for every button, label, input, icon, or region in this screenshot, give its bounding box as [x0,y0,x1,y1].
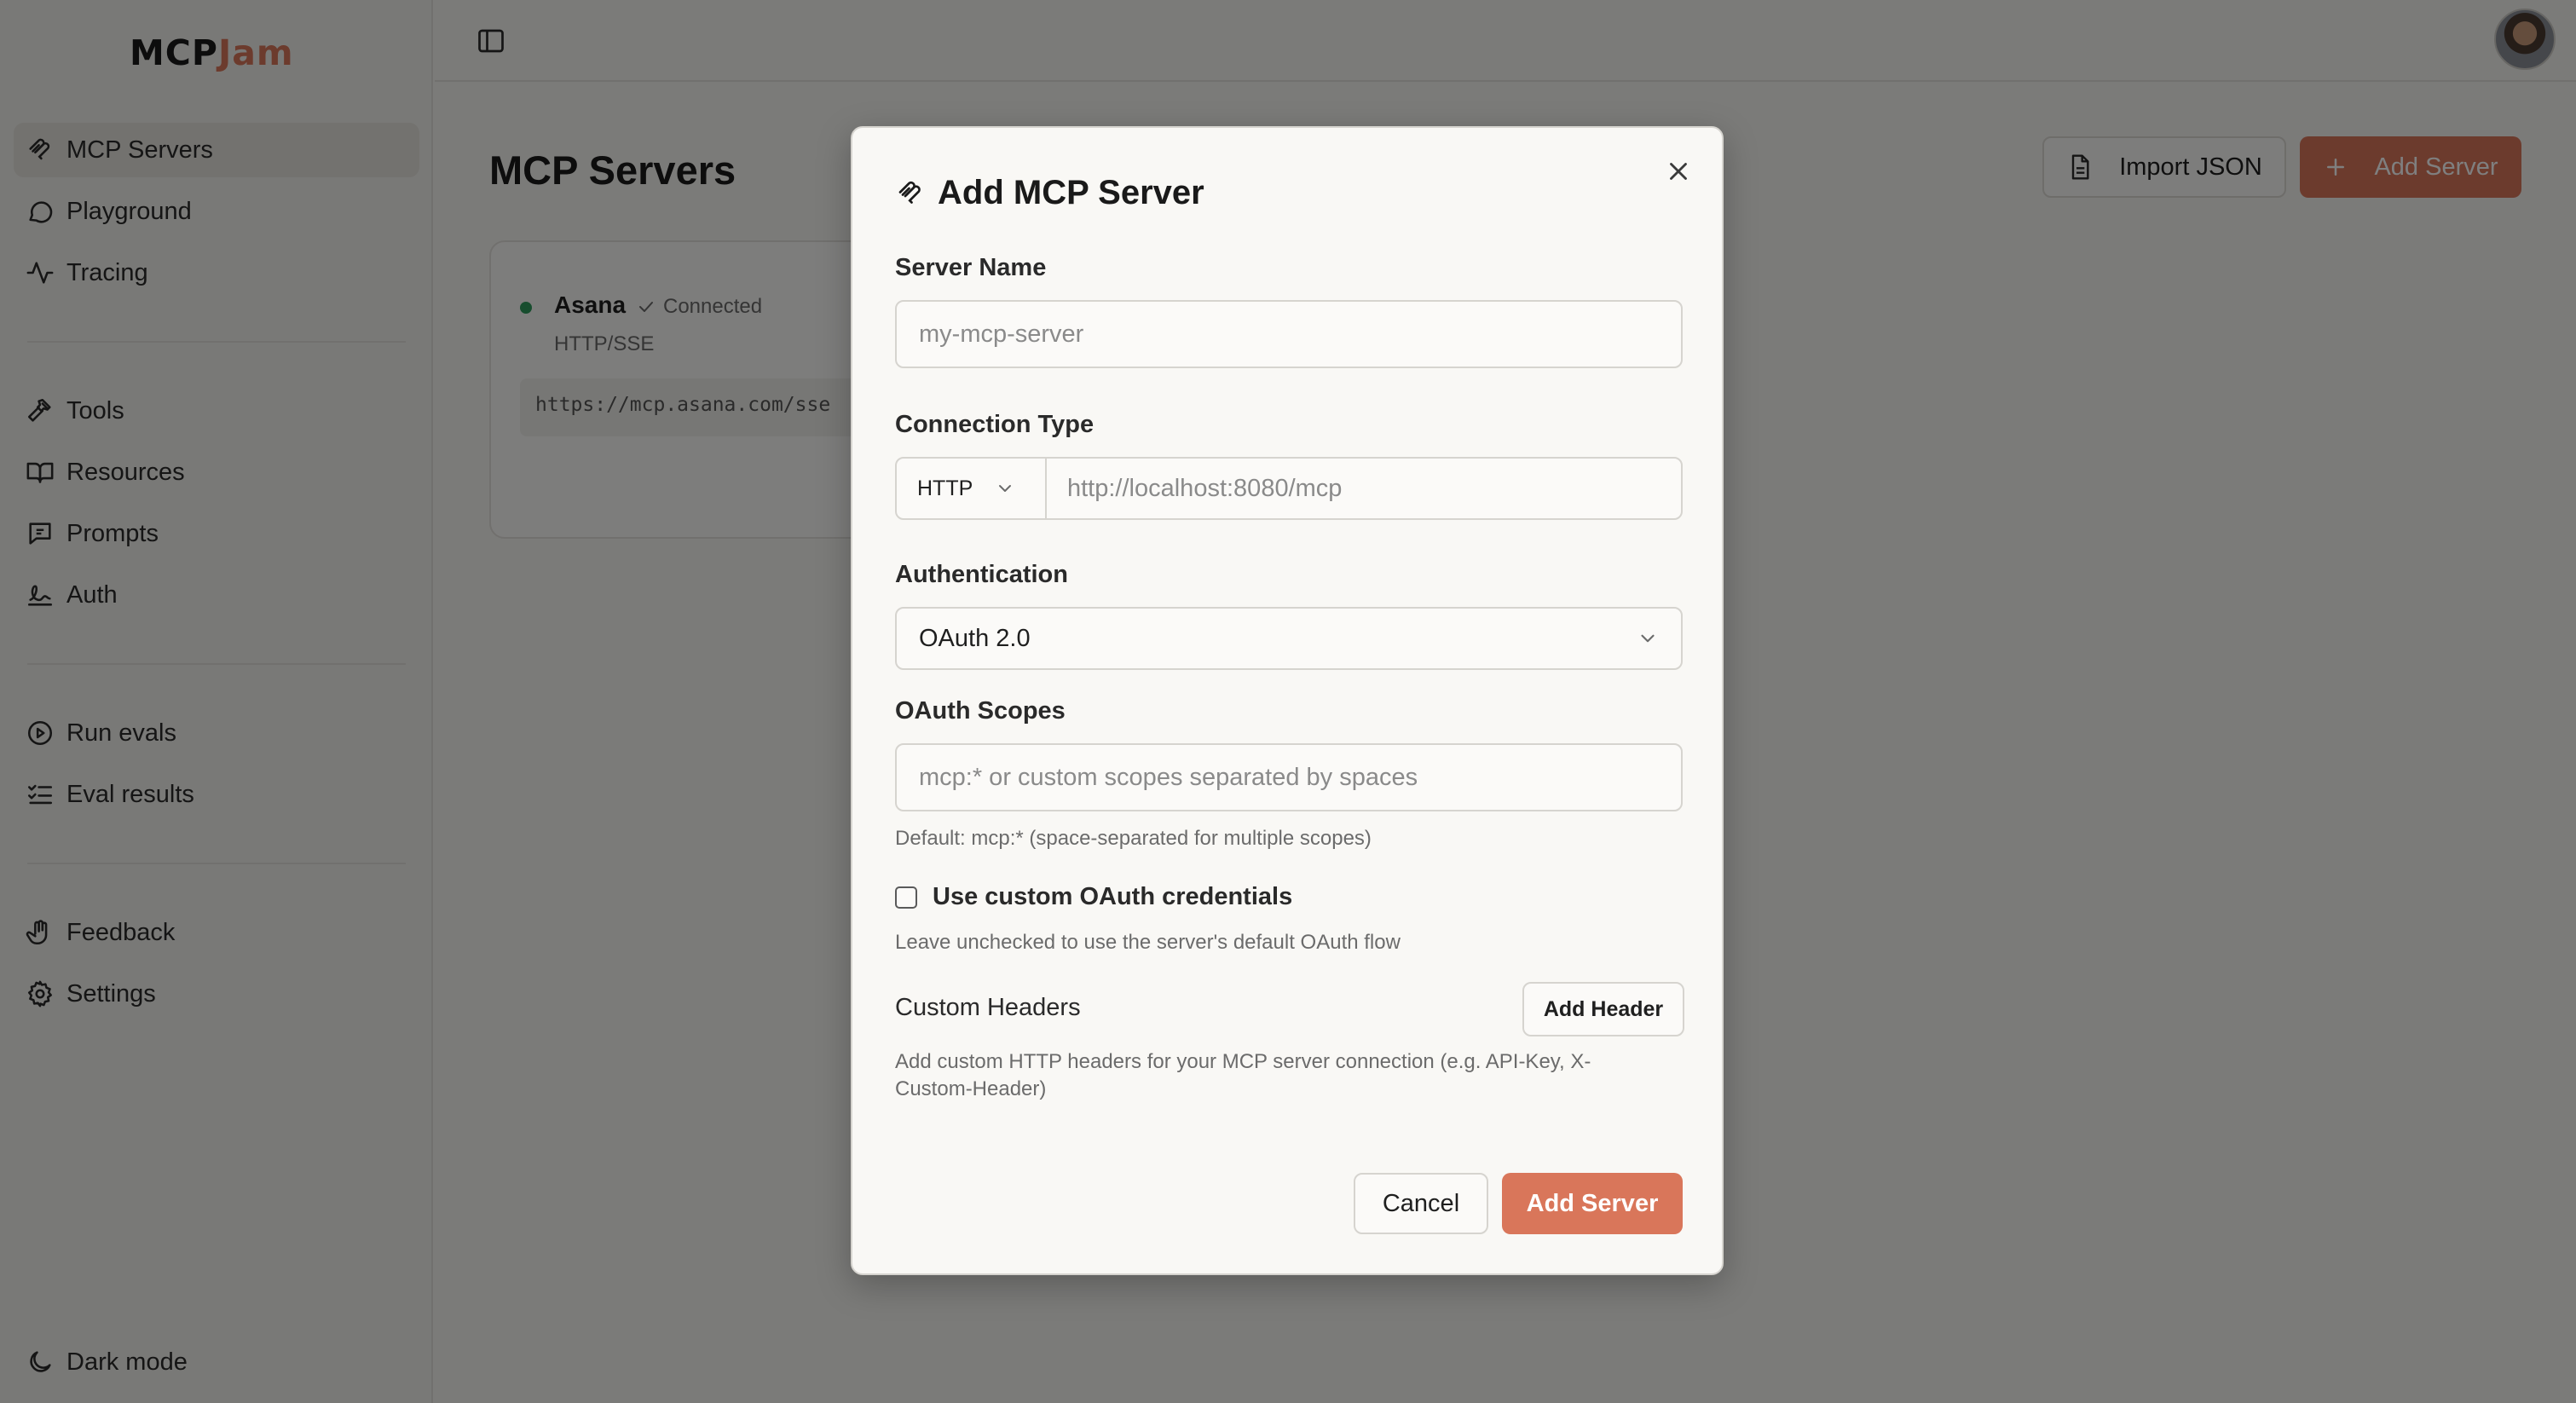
cancel-button[interactable]: Cancel [1354,1173,1488,1234]
authentication-select[interactable]: OAuth 2.0 [895,607,1683,670]
custom-credentials-help: Leave unchecked to use the server's defa… [895,931,1401,954]
authentication-label: Authentication [895,561,1068,588]
server-name-label: Server Name [895,254,1047,281]
oauth-scopes-label: OAuth Scopes [895,697,1066,725]
mcp-icon [898,181,921,204]
add-server-dialog: Add MCP Server Server Name Connection Ty… [851,126,1724,1275]
dialog-title: Add MCP Server [895,174,1204,212]
custom-credentials-checkbox[interactable] [895,886,917,909]
connection-type-value: HTTP [917,476,973,500]
authentication-value: OAuth 2.0 [919,624,1031,652]
oauth-scopes-input[interactable] [895,743,1683,811]
close-icon[interactable] [1664,157,1693,186]
chevron-down-icon [1641,634,1655,643]
connection-url-input[interactable] [1047,459,1681,518]
oauth-scopes-help: Default: mcp:* (space-separated for mult… [895,827,1372,850]
custom-headers-help: Add custom HTTP headers for your MCP ser… [895,1050,1591,1100]
connection-type-select[interactable]: HTTP [897,459,1047,518]
custom-credentials-label: Use custom OAuth credentials [933,883,1293,910]
add-header-button[interactable]: Add Header [1522,982,1684,1036]
connection-type-label: Connection Type [895,411,1095,438]
app-root: MCPJam MCP Servers Playground Tracing To… [0,0,2576,1403]
dialog-title-text: Add MCP Server [938,174,1204,211]
chevron-down-icon [999,485,1012,492]
custom-credentials-row[interactable]: Use custom OAuth credentials [895,883,1292,911]
server-name-input[interactable] [895,300,1683,368]
connection-row: HTTP [895,457,1683,520]
submit-add-server-button[interactable]: Add Server [1502,1173,1683,1234]
custom-headers-label: Custom Headers [895,994,1081,1021]
